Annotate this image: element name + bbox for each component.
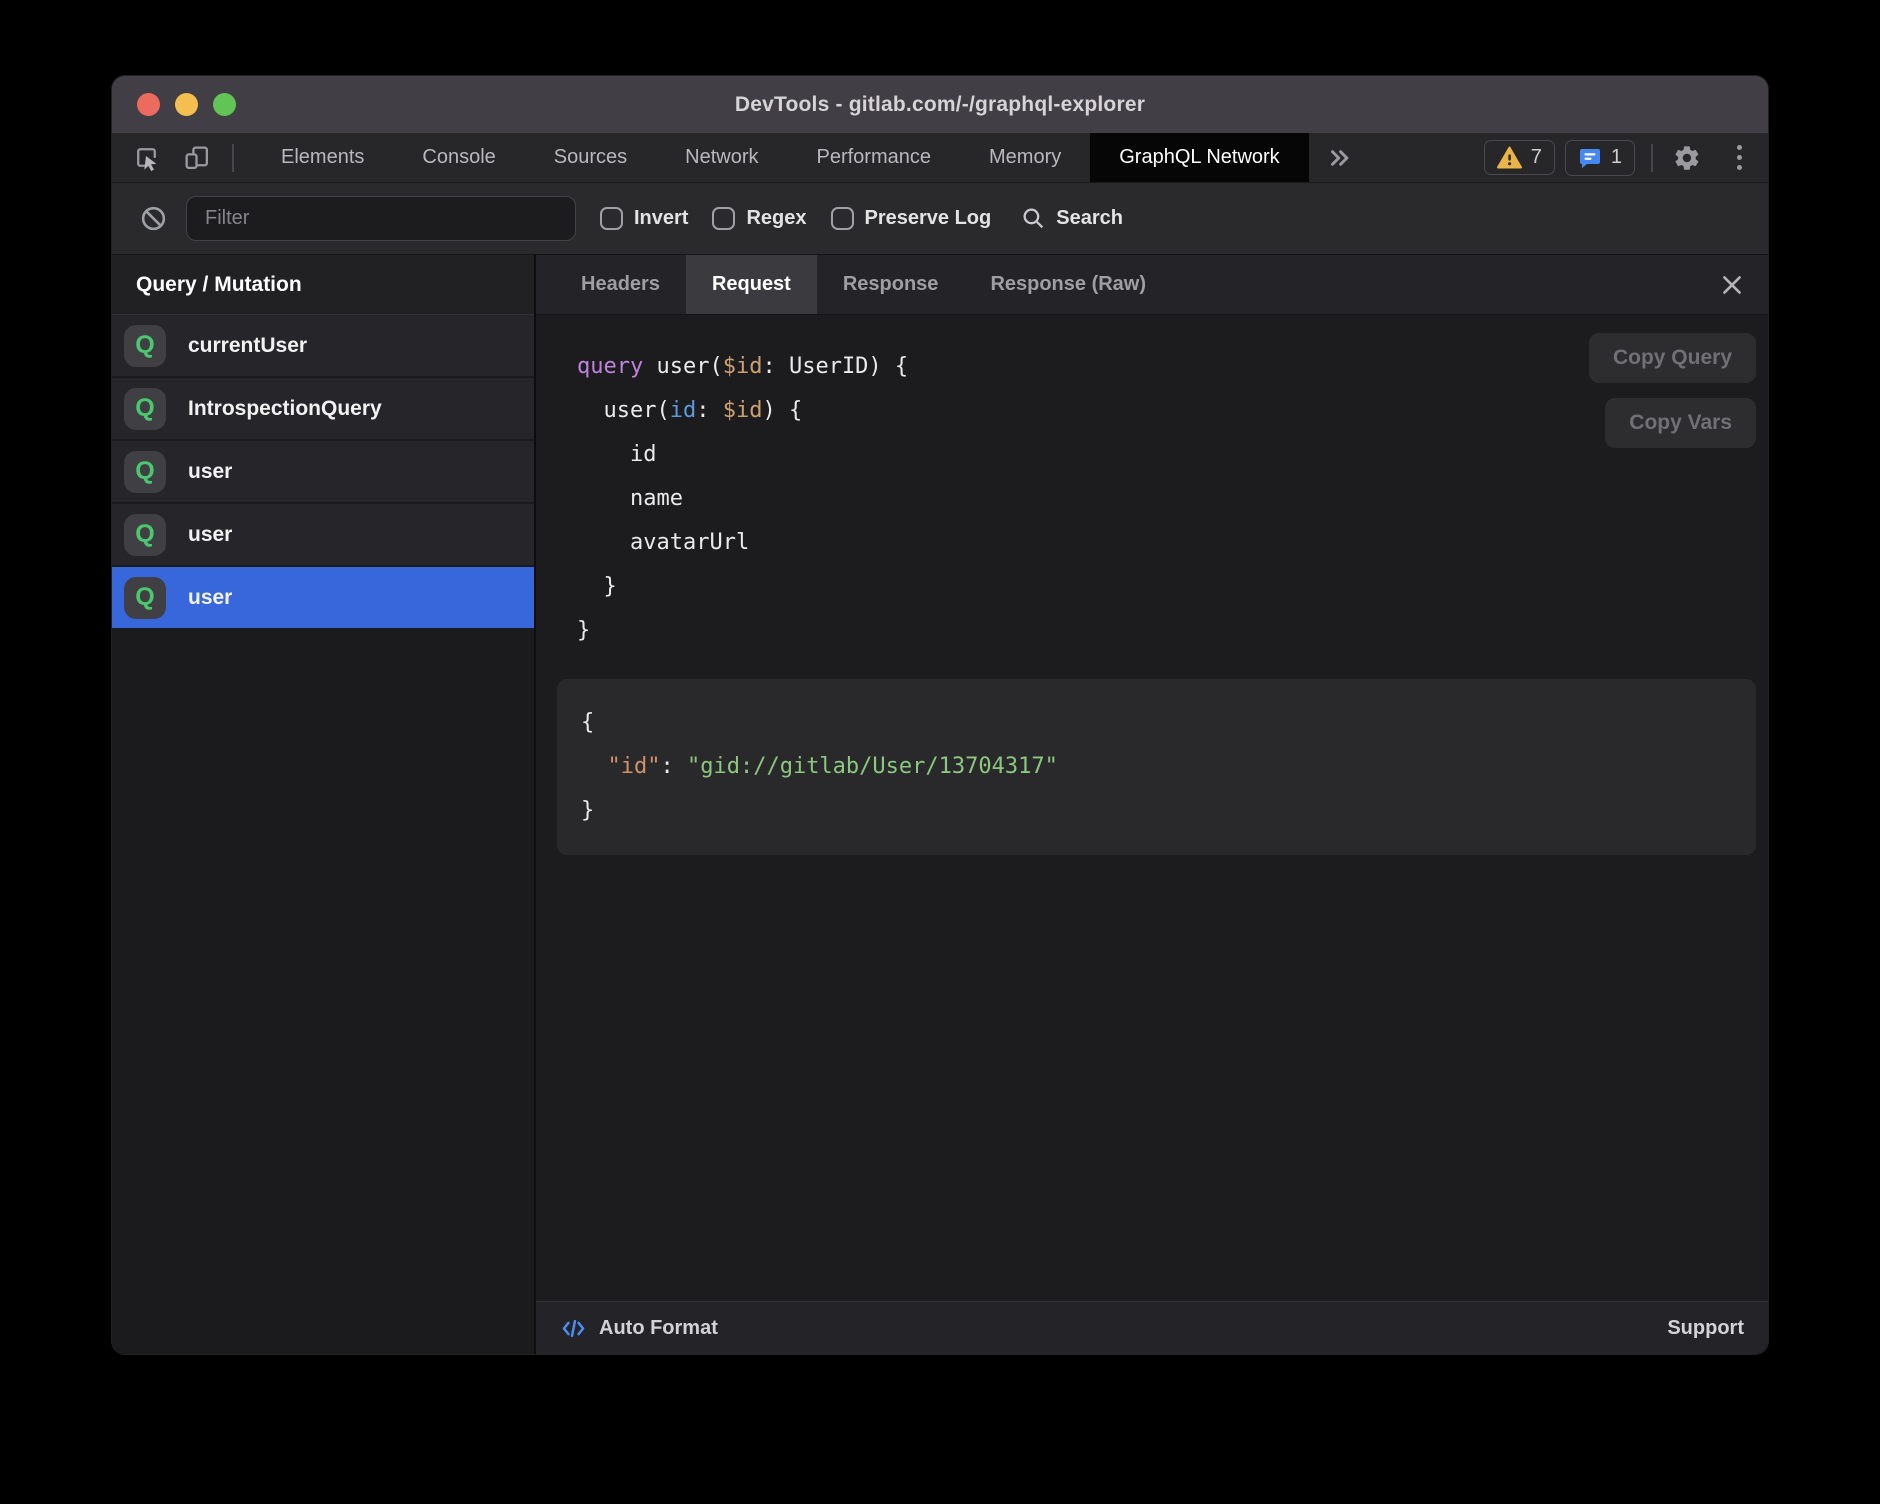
query-variables-code: { "id": "gid://gitlab/User/13704317"} [581,701,1732,833]
request-body: Copy Query Copy Vars query user($id: Use… [536,315,1768,1301]
tab-elements[interactable]: Elements [252,133,393,182]
zoom-window-button[interactable] [213,93,236,116]
query-type-badge: Q [124,388,166,430]
tab-console[interactable]: Console [393,133,524,182]
preserve-log-checkbox[interactable] [831,207,854,230]
auto-format-button[interactable]: Auto Format [560,1315,718,1342]
checkbox-invert[interactable]: Invert [600,207,688,230]
checkbox-preserve-log[interactable]: Preserve Log [831,207,992,230]
query-name: IntrospectionQuery [188,397,382,421]
query-list-item[interactable]: QcurrentUser [112,315,534,376]
query-name: user [188,586,232,610]
copy-query-button[interactable]: Copy Query [1589,333,1756,383]
code-line: } [577,565,1768,609]
devtools-tabbar: ElementsConsoleSourcesNetworkPerformance… [112,133,1768,183]
more-options-icon[interactable] [1731,139,1748,176]
query-list-item[interactable]: Quser [112,504,534,565]
tab-sources[interactable]: Sources [525,133,656,182]
clear-filter-icon[interactable] [136,202,170,236]
titlebar: DevTools - gitlab.com/-/graphql-explorer [112,76,1768,133]
graphql-query-code: query user($id: UserID) { user(id: $id) … [536,315,1768,653]
checkbox-regex[interactable]: Regex [712,207,806,230]
window-title: DevTools - gitlab.com/-/graphql-explorer [735,93,1145,117]
inspect-element-icon[interactable] [128,140,164,176]
query-type-badge: Q [124,451,166,493]
tab-graphql-network[interactable]: GraphQL Network [1090,133,1308,182]
toolbar-divider [232,144,234,172]
devtools-window: DevTools - gitlab.com/-/graphql-explorer… [112,76,1768,1354]
device-toolbar-icon[interactable] [178,140,214,176]
invert-label: Invert [634,207,688,230]
auto-format-label: Auto Format [599,1317,718,1340]
issues-count: 1 [1611,146,1622,169]
warnings-badge[interactable]: 7 [1484,140,1555,175]
query-name: user [188,460,232,484]
regex-checkbox[interactable] [712,207,735,230]
query-list: QcurrentUserQIntrospectionQueryQuserQuse… [112,315,534,1354]
query-list-item[interactable]: Quser [112,567,534,628]
more-tabs-chevron-icon[interactable] [1309,133,1371,182]
panel-tabs: ElementsConsoleSourcesNetworkPerformance… [252,133,1309,182]
detail-footer: Auto Format Support [536,1301,1768,1354]
query-type-badge: Q [124,577,166,619]
query-name: user [188,523,232,547]
request-detail-panel: HeadersRequestResponseResponse (Raw) Cop… [536,255,1768,1354]
code-line: name [577,477,1768,521]
detail-tab-response[interactable]: Response [817,255,965,314]
query-type-badge: Q [124,325,166,367]
query-list-item[interactable]: Quser [112,441,534,502]
search-label: Search [1056,207,1123,230]
warning-icon [1497,146,1522,169]
query-type-badge: Q [124,514,166,556]
detail-tab-request[interactable]: Request [686,255,817,314]
query-name: currentUser [188,334,307,358]
message-icon [1578,146,1602,170]
close-window-button[interactable] [137,93,160,116]
detail-tab-response-raw[interactable]: Response (Raw) [964,255,1172,314]
preserve-log-label: Preserve Log [865,207,992,230]
code-line: "id": "gid://gitlab/User/13704317" [581,745,1732,789]
warnings-count: 7 [1531,146,1542,169]
filter-input[interactable] [186,196,576,241]
traffic-lights [137,76,236,133]
query-list-item[interactable]: Q IntrospectionQuery [112,378,534,439]
tab-network[interactable]: Network [656,133,787,182]
invert-checkbox[interactable] [600,207,623,230]
regex-label: Regex [746,207,806,230]
code-line: { [581,701,1732,745]
code-brackets-icon [560,1315,587,1342]
toolbar-divider [1651,144,1653,172]
code-line: avatarUrl [577,521,1768,565]
support-link[interactable]: Support [1667,1317,1744,1340]
detail-tab-headers[interactable]: Headers [555,255,686,314]
detail-tabbar: HeadersRequestResponseResponse (Raw) [536,255,1768,315]
code-line: } [581,789,1732,833]
tab-memory[interactable]: Memory [960,133,1090,182]
settings-gear-icon[interactable] [1669,140,1705,176]
minimize-window-button[interactable] [175,93,198,116]
copy-vars-button[interactable]: Copy Vars [1605,398,1756,448]
close-detail-icon[interactable] [1710,255,1754,314]
tab-performance[interactable]: Performance [788,133,961,182]
filter-bar: Invert Regex Preserve Log Search [112,183,1768,255]
query-list-header: Query / Mutation [112,255,534,315]
code-line: } [577,609,1768,653]
search-button[interactable]: Search [1021,206,1123,231]
search-icon [1021,206,1046,231]
query-list-panel: Query / Mutation QcurrentUserQIntrospect… [112,255,536,1354]
issues-badge[interactable]: 1 [1565,140,1635,176]
query-variables-box: { "id": "gid://gitlab/User/13704317"} [557,679,1756,855]
